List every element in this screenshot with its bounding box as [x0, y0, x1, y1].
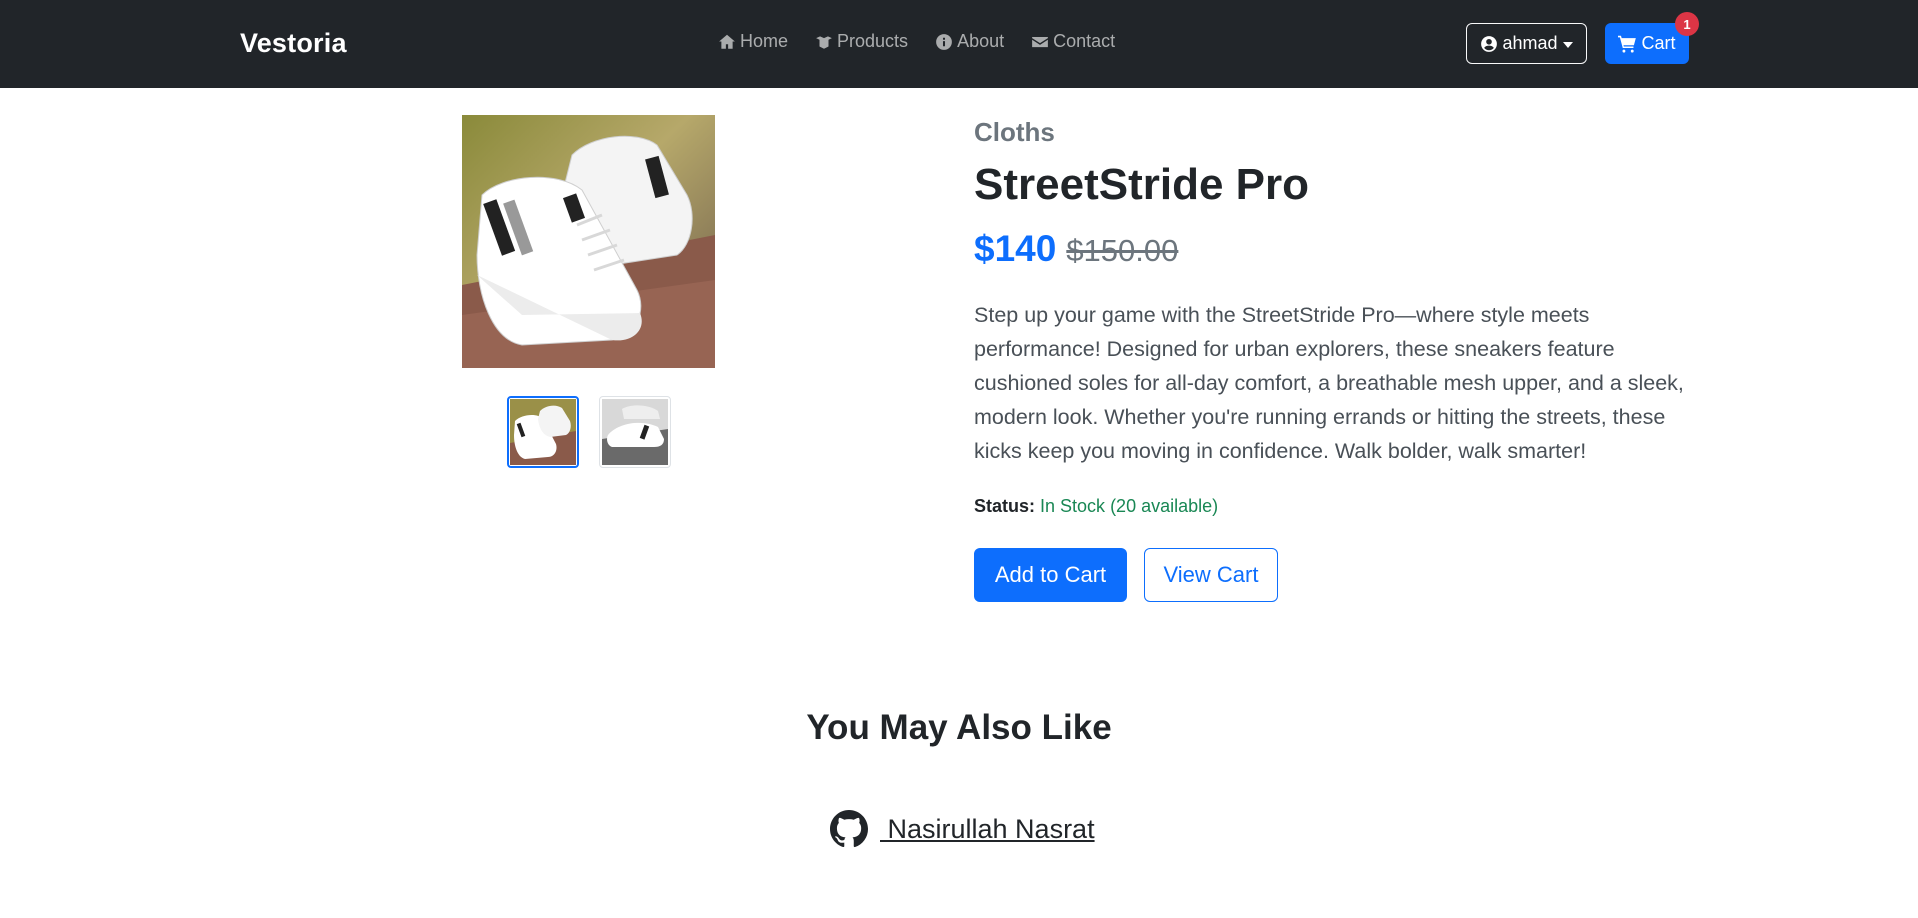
- author-name: Nasirullah Nasrat: [880, 813, 1095, 844]
- status-value: In Stock (20 available): [1040, 496, 1219, 516]
- github-icon: [830, 810, 868, 848]
- info-icon: [936, 33, 952, 50]
- stock-status: Status: In Stock (20 available): [974, 496, 1218, 517]
- product-thumbnail-1[interactable]: [507, 396, 579, 468]
- nav-links: Home Products About Contact: [718, 31, 1142, 52]
- nav-link-label: Products: [837, 31, 909, 51]
- github-author-link[interactable]: Nasirullah Nasrat: [830, 810, 1095, 848]
- user-dropdown-button[interactable]: ahmad: [1466, 23, 1587, 64]
- box-icon: [816, 35, 832, 49]
- nav-link-contact[interactable]: Contact: [1031, 31, 1115, 52]
- user-name: ahmad: [1502, 33, 1558, 53]
- product-category: Cloths: [974, 117, 1055, 147]
- sneaker-thumbnail-image: [510, 399, 576, 465]
- product-description: Step up your game with the StreetStride …: [974, 303, 1684, 463]
- nav-link-home[interactable]: Home: [718, 31, 788, 52]
- user-circle-icon: [1481, 35, 1498, 52]
- product-main-image: [462, 115, 715, 368]
- price-row: $140 $150.00: [974, 228, 1178, 270]
- status-label: Status:: [974, 496, 1036, 516]
- navbar: Vestoria Home Products About Contact ahm…: [0, 0, 1918, 88]
- brand-logo[interactable]: Vestoria: [240, 28, 347, 59]
- view-cart-button[interactable]: View Cart: [1144, 548, 1278, 602]
- sneaker-image: [462, 115, 715, 368]
- product-thumbnail-2[interactable]: [599, 396, 671, 468]
- chevron-down-icon: [1562, 41, 1573, 48]
- home-icon: [719, 34, 735, 49]
- cart-label: Cart: [1641, 33, 1676, 53]
- nav-link-products[interactable]: Products: [815, 31, 908, 52]
- related-section-title: You May Also Like: [806, 708, 1112, 747]
- cart-icon: [1618, 35, 1637, 53]
- product-title: StreetStride Pro: [974, 160, 1309, 209]
- product-old-price: $150.00: [1066, 233, 1179, 268]
- product-price: $140: [974, 228, 1057, 269]
- sneaker-thumbnail-image: [602, 399, 668, 465]
- envelope-icon: [1032, 36, 1048, 47]
- nav-link-label: Home: [740, 31, 789, 51]
- cart-count-badge: 1: [1675, 12, 1699, 36]
- nav-link-about[interactable]: About: [935, 31, 1004, 52]
- add-to-cart-button[interactable]: Add to Cart: [974, 548, 1127, 602]
- nav-link-label: About: [957, 31, 1005, 51]
- nav-link-label: Contact: [1053, 31, 1116, 51]
